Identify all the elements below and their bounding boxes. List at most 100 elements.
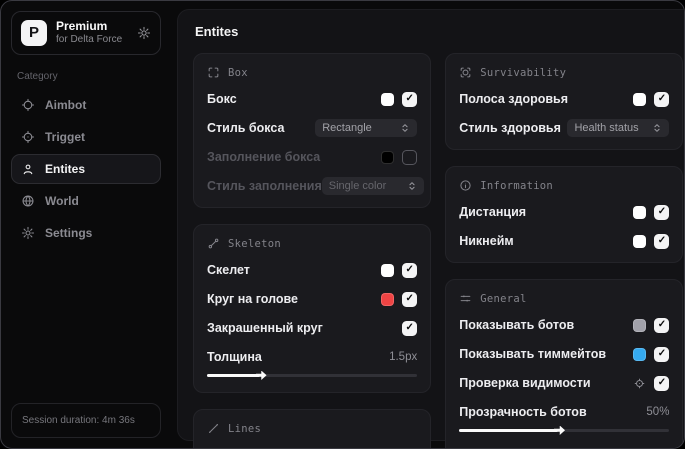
setting-label: Прозрачность ботов: [459, 405, 587, 419]
trigger-target-icon: [21, 130, 35, 144]
checkbox[interactable]: [402, 149, 418, 165]
color-swatch[interactable]: [381, 92, 395, 106]
box-style-select[interactable]: Rectangle: [315, 119, 418, 137]
brand-title: Premium: [56, 19, 108, 33]
sidebar-item-label: World: [45, 193, 79, 208]
setting-label: Показывать ботов: [459, 318, 575, 332]
sidebar-item-label: Entites: [45, 161, 86, 176]
setting-label: Бокс: [207, 92, 237, 106]
bone-icon: [207, 237, 220, 250]
columns: Box Бокс Стиль бокса Rectangle: [193, 53, 684, 448]
session-duration: Session duration: 4m 36s: [11, 403, 161, 438]
diagonal-line-icon: [207, 422, 220, 435]
select-value: Rectangle: [322, 122, 372, 134]
session-duration-label: Session duration: 4m 36s: [22, 415, 135, 426]
right-column: Survivability Полоса здоровья Стиль здор…: [445, 53, 684, 448]
sidebar-item-aimbot[interactable]: Aimbot: [11, 90, 161, 120]
card-header-label: Skeleton: [228, 237, 281, 250]
world-globe-icon: [21, 194, 35, 208]
checkbox[interactable]: [654, 375, 670, 391]
checkbox[interactable]: [654, 91, 670, 107]
checkbox[interactable]: [402, 291, 418, 307]
focus-circle-icon: [459, 66, 472, 79]
color-swatch[interactable]: [633, 92, 647, 106]
health-style-select[interactable]: Health status: [567, 119, 670, 137]
bot-opacity-slider-row: Прозрачность ботов 50%: [459, 403, 670, 435]
color-swatch[interactable]: [633, 205, 647, 219]
setting-row: Заполнение бокса: [207, 148, 418, 166]
setting-row: Стиль заполнения Single color: [207, 177, 424, 195]
card-header-label: Survivability: [480, 66, 567, 79]
setting-row: Показывать тиммейтов: [459, 345, 670, 363]
entities-person-icon: [21, 162, 35, 176]
checkbox[interactable]: [654, 204, 670, 220]
color-swatch[interactable]: [633, 347, 647, 361]
fill-style-select[interactable]: Single color: [321, 177, 424, 195]
slider-value: 1.5px: [389, 351, 418, 363]
checkbox[interactable]: [402, 91, 418, 107]
page-title: Entites: [195, 24, 239, 39]
checkbox[interactable]: [402, 320, 418, 336]
setting-label: Проверка видимости: [459, 376, 591, 390]
color-swatch[interactable]: [381, 150, 395, 164]
sidebar-item-settings[interactable]: Settings: [11, 218, 161, 248]
setting-row: Стиль здоровья Health status: [459, 119, 670, 137]
checkbox[interactable]: [654, 346, 670, 362]
color-swatch[interactable]: [633, 318, 647, 332]
gear-icon[interactable]: [137, 26, 151, 40]
setting-row: Закрашенный круг: [207, 319, 418, 337]
sidebar-item-label: Aimbot: [45, 97, 87, 112]
card-header-label: Information: [480, 179, 554, 192]
setting-label: Толщина: [207, 350, 262, 364]
left-column: Box Бокс Стиль бокса Rectangle: [193, 53, 432, 448]
box-card-header: Box: [207, 66, 417, 79]
info-circle-icon: [459, 179, 472, 192]
slider-thumb[interactable]: [207, 374, 260, 377]
color-swatch[interactable]: [381, 263, 395, 277]
category-label: Category: [17, 70, 58, 82]
setting-label: Стиль бокса: [207, 121, 285, 135]
setting-row: Показывать ботов: [459, 316, 670, 334]
sidebar-item-entites[interactable]: Entites: [11, 153, 161, 184]
card-header-label: General: [480, 292, 527, 305]
color-swatch[interactable]: [381, 292, 395, 306]
setting-label: Показывать тиммейтов: [459, 347, 607, 361]
brand-subtitle: for Delta Force: [56, 34, 123, 45]
checkbox[interactable]: [654, 233, 670, 249]
setting-label: Стиль здоровья: [459, 121, 561, 135]
chevrons-up-down-icon: [400, 123, 410, 133]
setting-row: Полоса здоровья: [459, 90, 670, 108]
checkbox[interactable]: [402, 262, 418, 278]
brand-card: P Premium for Delta Force: [11, 11, 161, 55]
bot-opacity-slider[interactable]: [459, 426, 670, 435]
information-card: Information Дистанция Никнейм: [445, 166, 684, 263]
sidebar-item-trigget[interactable]: Trigget: [11, 122, 161, 152]
general-card-header: General: [459, 292, 669, 305]
chevrons-up-down-icon: [407, 181, 417, 191]
survivability-card: Survivability Полоса здоровья Стиль здор…: [445, 53, 684, 150]
thickness-slider[interactable]: [207, 371, 418, 380]
visibility-scope-icon[interactable]: [633, 377, 646, 390]
slider-thumb[interactable]: [459, 429, 559, 432]
setting-label: Полоса здоровья: [459, 92, 569, 106]
lines-card: Lines Линия до врага: [193, 409, 432, 448]
checkbox[interactable]: [654, 317, 670, 333]
setting-row: Скелет: [207, 261, 418, 279]
select-value: Single color: [328, 180, 387, 192]
color-swatch[interactable]: [633, 234, 647, 248]
aimbot-crosshair-icon: [21, 98, 35, 112]
setting-row: Стиль бокса Rectangle: [207, 119, 418, 137]
information-card-header: Information: [459, 179, 669, 192]
setting-label: Никнейм: [459, 234, 514, 248]
lines-card-header: Lines: [207, 422, 417, 435]
skeleton-card-header: Skeleton: [207, 237, 417, 250]
setting-label: Заполнение бокса: [207, 150, 321, 164]
settings-gear-icon: [21, 226, 35, 240]
select-value: Health status: [574, 122, 639, 134]
sliders-icon: [459, 292, 472, 305]
setting-label: Стиль заполнения: [207, 179, 322, 193]
box-card: Box Бокс Стиль бокса Rectangle: [193, 53, 432, 208]
sidebar-item-world[interactable]: World: [11, 186, 161, 216]
sidebar-item-label: Settings: [45, 225, 93, 240]
sidebar-item-label: Trigget: [45, 129, 86, 144]
